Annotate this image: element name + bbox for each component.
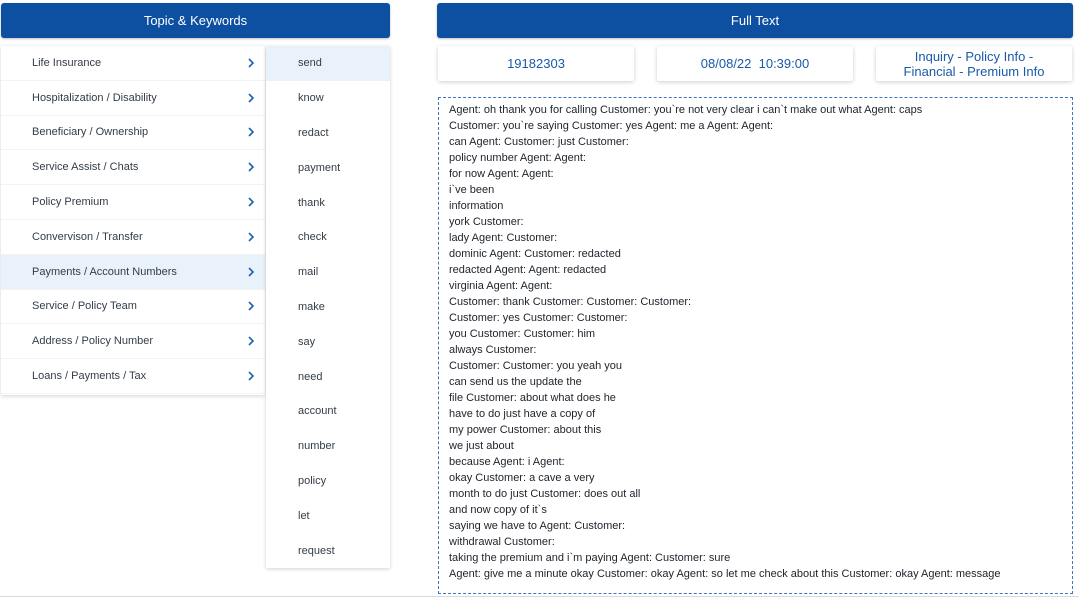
topic-item-label: Service / Policy Team bbox=[32, 300, 137, 313]
transcript-line: file Customer: about what does he bbox=[449, 392, 616, 404]
transcript-line: Customer: yes Customer: Customer: bbox=[449, 312, 628, 324]
transcript-line: we just about bbox=[449, 440, 514, 452]
transcript-line: Agent: give me a minute okay Customer: o… bbox=[449, 568, 1001, 580]
keyword-item[interactable]: check bbox=[266, 220, 390, 255]
topic-item-address-policy-number[interactable]: Address / Policy Number bbox=[1, 324, 265, 360]
chevron-right-icon bbox=[247, 93, 255, 103]
transcript-line: taking the premium and i`m paying Agent:… bbox=[449, 552, 731, 564]
keyword-item[interactable]: send bbox=[266, 46, 390, 81]
chevron-right-icon bbox=[247, 162, 255, 172]
transcript-line: because Agent: i Agent: bbox=[449, 456, 565, 468]
topic-item-label: Loans / Payments / Tax bbox=[32, 370, 147, 383]
keyword-item[interactable]: thank bbox=[266, 185, 390, 220]
transcript-line: always Customer: bbox=[449, 344, 537, 356]
full-text-transcript[interactable]: Agent: oh thank you for calling Customer… bbox=[438, 97, 1073, 594]
keyword-item[interactable]: need bbox=[266, 359, 390, 394]
call-category: Inquiry - Policy Info - Financial - Prem… bbox=[903, 48, 1045, 79]
keyword-item[interactable]: number bbox=[266, 429, 390, 464]
transcript-line: month to do just Customer: does out all bbox=[449, 488, 641, 500]
topic-item-label: Service Assist / Chats bbox=[32, 161, 139, 174]
transcript-line: can Agent: Customer: just Customer: bbox=[449, 136, 629, 148]
transcript-line: Customer: thank Customer: Customer: Cust… bbox=[449, 296, 692, 308]
transcript-line: for now Agent: Agent: bbox=[449, 168, 554, 180]
transcript-line: virginia Agent: Agent: bbox=[449, 280, 553, 292]
topic-item-label: Convervison / Transfer bbox=[32, 230, 143, 243]
topic-item-policy-premium[interactable]: Policy Premium bbox=[1, 185, 265, 220]
transcript-line: dominic Agent: Customer: redacted bbox=[449, 248, 621, 260]
chevron-right-icon bbox=[247, 197, 255, 207]
chevron-right-icon bbox=[247, 301, 255, 312]
transcript-line: i`ve been bbox=[449, 184, 495, 196]
chevron-right-icon bbox=[247, 127, 255, 138]
transcript-line: okay Customer: a cave a very bbox=[449, 472, 595, 484]
chevron-right-icon bbox=[247, 371, 255, 381]
keyword-item[interactable]: request bbox=[266, 533, 390, 568]
chevron-right-icon bbox=[247, 336, 255, 346]
chevron-right-icon bbox=[247, 267, 255, 277]
transcript-line: Customer: you`re saying Customer: yes Ag… bbox=[449, 120, 774, 132]
topic-item-label: Hospitalization / Disability bbox=[32, 91, 157, 104]
transcript-line: you Customer: Customer: him bbox=[449, 328, 596, 340]
transcript-line: york Customer: bbox=[449, 216, 524, 228]
transcript-line: have to do just have a copy of bbox=[449, 408, 596, 420]
topic-item-convervison-transfer[interactable]: Convervison / Transfer bbox=[1, 220, 265, 255]
topic-item-beneficiary-ownership[interactable]: Beneficiary / Ownership bbox=[1, 116, 265, 151]
chevron-right-icon bbox=[247, 58, 255, 68]
transcript-line: Agent: oh thank you for calling Customer… bbox=[449, 104, 923, 116]
keyword-item[interactable]: let bbox=[266, 498, 390, 533]
keyword-list: send know redact payment thank check mai… bbox=[266, 46, 390, 568]
full-text-title: Full Text bbox=[730, 13, 780, 28]
transcript-line: saying we have to Agent: Customer: bbox=[449, 520, 626, 532]
transcript-line: can send us the update the bbox=[449, 376, 582, 388]
keyword-item[interactable]: redact bbox=[266, 116, 390, 151]
topic-keywords-header: Topic & Keywords bbox=[1, 3, 390, 38]
topic-item-label: Policy Premium bbox=[32, 196, 109, 209]
topic-list: Life Insurance Hospitalization / Disabil… bbox=[1, 46, 265, 395]
keyword-item[interactable]: know bbox=[266, 81, 390, 116]
topic-item-service-policy-team[interactable]: Service / Policy Team bbox=[1, 290, 265, 325]
keyword-item[interactable]: make bbox=[266, 290, 390, 325]
transcript-line: Customer: Customer: you yeah you bbox=[449, 360, 623, 372]
transcript-line: redacted Agent: Agent: redacted bbox=[449, 264, 607, 276]
topic-item-hospitalization-disability[interactable]: Hospitalization / Disability bbox=[1, 81, 265, 116]
call-id-box: 19182303 bbox=[438, 46, 634, 81]
topic-item-service-assist-chats[interactable]: Service Assist / Chats bbox=[1, 150, 265, 186]
transcript-line: and now copy of it`s bbox=[449, 504, 547, 516]
transcript-line: information bbox=[449, 200, 504, 212]
keyword-item[interactable]: say bbox=[266, 324, 390, 359]
topic-item-label: Beneficiary / Ownership bbox=[32, 126, 149, 139]
chevron-right-icon bbox=[247, 232, 255, 242]
keyword-item[interactable]: account bbox=[266, 394, 390, 429]
transcript-line: withdrawal Customer: bbox=[449, 536, 555, 548]
call-id: 19182303 bbox=[507, 56, 565, 71]
call-category-box: Inquiry - Policy Info - Financial - Prem… bbox=[876, 46, 1072, 81]
transcript-text: Agent: oh thank you for calling Customer… bbox=[449, 102, 1062, 582]
topic-item-label: Address / Policy Number bbox=[32, 335, 154, 348]
topic-item-life-insurance[interactable]: Life Insurance bbox=[1, 46, 265, 81]
topic-item-label: Payments / Account Numbers bbox=[32, 265, 177, 278]
transcript-line: my power Customer: about this bbox=[449, 424, 602, 436]
transcript-line: lady Agent: Customer: bbox=[449, 232, 558, 244]
topic-item-payments-account-numbers[interactable]: Payments / Account Numbers bbox=[1, 254, 265, 290]
keyword-item[interactable]: mail bbox=[266, 255, 390, 290]
keyword-item[interactable]: payment bbox=[266, 150, 390, 185]
topic-item-label: Life Insurance bbox=[32, 56, 102, 69]
full-text-header: Full Text bbox=[437, 3, 1073, 38]
transcript-line: policy number Agent: Agent: bbox=[449, 152, 586, 164]
topic-item-loans-payments-tax[interactable]: Loans / Payments / Tax bbox=[1, 359, 265, 394]
bottom-divider bbox=[0, 596, 1079, 597]
topic-keywords-title: Topic & Keywords bbox=[143, 13, 248, 28]
call-datetime-box: 08/08/22 10:39:00 bbox=[657, 46, 853, 81]
call-datetime: 08/08/22 10:39:00 bbox=[700, 56, 810, 71]
keyword-item[interactable]: policy bbox=[266, 464, 390, 499]
